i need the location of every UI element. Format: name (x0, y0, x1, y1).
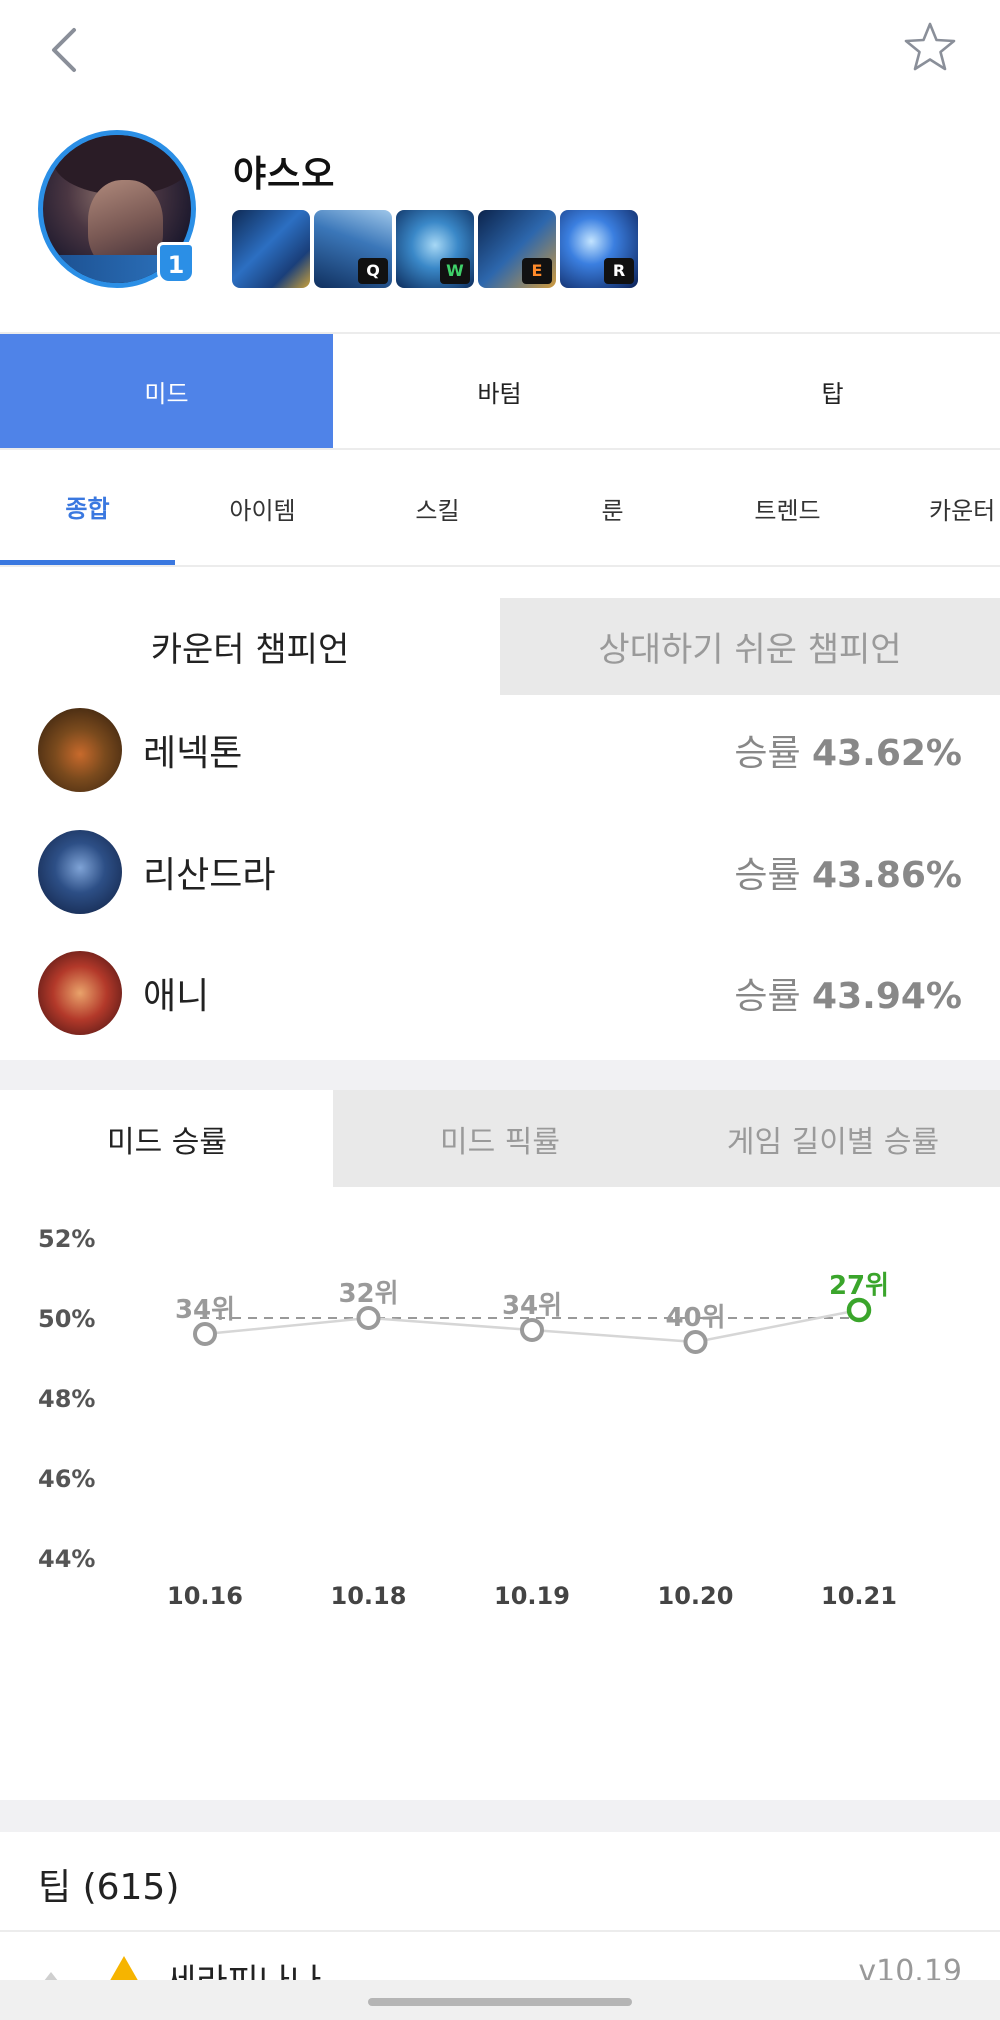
tab-runes[interactable]: 룬 (525, 452, 700, 565)
champion-name: 야스오 (233, 154, 336, 195)
champion-avatar (38, 708, 122, 792)
q-skill-icon[interactable]: Q (314, 210, 392, 288)
skill-key-label: W (440, 258, 470, 284)
data-point (356, 1306, 381, 1330)
rank-label: 40위 (665, 1303, 725, 1333)
section-divider (0, 1060, 1000, 1090)
level-badge: 1 (157, 242, 195, 284)
tab-trend[interactable]: 트렌드 (700, 452, 875, 565)
skill-icons: Q W E R (232, 210, 638, 290)
skill-key-label: R (604, 258, 634, 284)
data-point (846, 1297, 872, 1323)
data-point (683, 1330, 708, 1354)
tab-bottom[interactable]: 바텀 (333, 334, 666, 448)
win-rate: 승률 43.94% (734, 976, 962, 1017)
y-tick-label: 48% (38, 1385, 95, 1413)
x-tick-label: 10.18 (331, 1582, 407, 1610)
champion-header: 1 야스오 Q W E R (0, 110, 1000, 330)
position-tabs: 미드 바텀 탑 (0, 332, 1000, 450)
segment-counter-champions[interactable]: 카운터 챔피언 (0, 598, 500, 695)
x-tick-label: 10.19 (494, 1582, 570, 1610)
tab-skills[interactable]: 스킬 (350, 452, 525, 565)
w-skill-icon[interactable]: W (396, 210, 474, 288)
champion-name: 레넥톤 (143, 733, 243, 774)
champion-avatar (38, 951, 122, 1035)
passive-skill-icon[interactable] (232, 210, 310, 288)
home-indicator[interactable] (368, 1998, 632, 2006)
chart-tabs: 미드 승률 미드 픽률 게임 길이별 승률 (0, 1090, 1000, 1187)
list-item[interactable]: 애니 승률 43.94% (0, 943, 1000, 1043)
chevron-left-icon (52, 28, 76, 72)
rank-label: 27위 (829, 1271, 889, 1301)
x-tick-label: 10.20 (658, 1582, 734, 1610)
tab-items[interactable]: 아이템 (175, 452, 350, 565)
y-tick-label: 44% (38, 1545, 95, 1573)
champion-name: 애니 (143, 976, 210, 1017)
x-tick-label: 10.21 (821, 1582, 897, 1610)
section-divider (0, 1800, 1000, 1832)
y-tick-label: 52% (38, 1225, 95, 1253)
tab-top[interactable]: 탑 (666, 334, 999, 448)
win-rate-chart: 52% 50% 48% 46% 44% 10.16 10.18 10.19 10.20 10.21… (0, 1190, 1000, 1610)
win-rate-line-chart: 52% 50% 48% 46% 44% 10.16 10.18 10.19 10.20 10.21… (38, 1225, 897, 1610)
e-skill-icon[interactable]: E (478, 210, 556, 288)
tab-mid-pick-rate[interactable]: 미드 픽률 (333, 1090, 667, 1187)
skill-key-label: Q (358, 258, 388, 284)
r-skill-icon[interactable]: R (560, 210, 638, 288)
y-tick-label: 50% (38, 1305, 95, 1333)
champion-name: 리산드라 (143, 855, 276, 896)
list-item[interactable]: 레넥톤 승률 43.62% (0, 700, 1000, 800)
rank-label: 34위 (175, 1295, 235, 1325)
star-outline-icon (904, 22, 956, 71)
top-bar (0, 0, 1000, 110)
skill-key-label: E (522, 258, 552, 284)
back-button[interactable] (38, 22, 94, 78)
tab-mid-win-rate[interactable]: 미드 승률 (0, 1090, 334, 1187)
y-tick-label: 46% (38, 1465, 95, 1493)
counter-segment-control: 카운터 챔피언 상대하기 쉬운 챔피언 (0, 598, 1000, 695)
win-rate: 승률 43.86% (734, 855, 962, 896)
list-item[interactable]: 리산드라 승률 43.86% (0, 822, 1000, 922)
data-point (520, 1318, 544, 1342)
section-tabs: 종합 아이템 스킬 룬 트렌드 카운터 (0, 452, 1000, 567)
tips-title: 팁 (615) (38, 1867, 180, 1908)
data-point (193, 1322, 217, 1346)
tab-overview[interactable]: 종합 (0, 452, 175, 565)
rank-label: 34위 (502, 1291, 562, 1321)
tab-mid[interactable]: 미드 (0, 334, 333, 448)
tab-counter[interactable]: 카운터 (875, 452, 1000, 565)
champion-avatar (38, 830, 122, 914)
x-tick-label: 10.16 (167, 1582, 243, 1610)
segment-easy-champions[interactable]: 상대하기 쉬운 챔피언 (500, 598, 1000, 695)
rank-label: 32위 (338, 1279, 398, 1309)
win-rate: 승률 43.62% (734, 733, 962, 774)
tips-header: 팁 (615) (0, 1832, 1000, 1932)
tab-win-rate-by-game-length[interactable]: 게임 길이별 승률 (666, 1090, 1000, 1187)
favorite-button[interactable] (902, 20, 958, 76)
